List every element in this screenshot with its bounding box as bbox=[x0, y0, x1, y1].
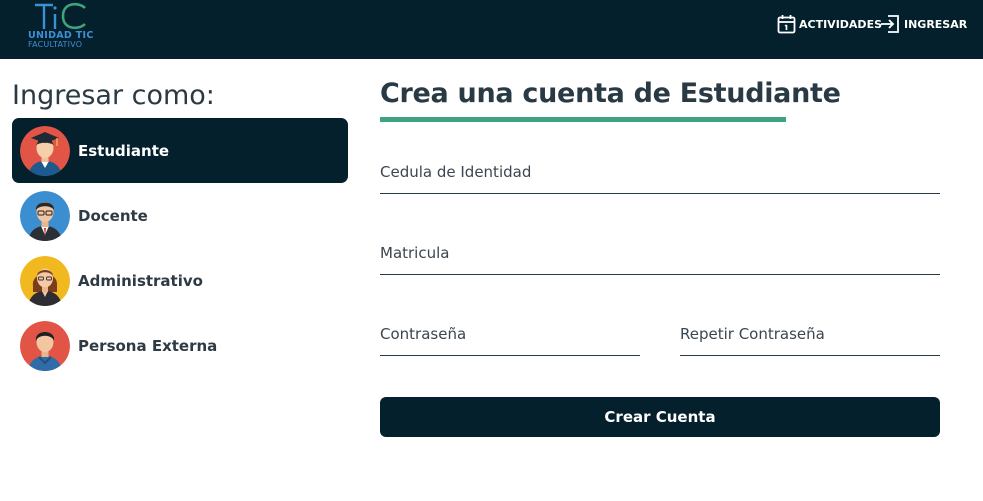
role-selection-title: Ingresar como: bbox=[12, 80, 215, 111]
password-input[interactable] bbox=[380, 312, 640, 355]
tic-logo-mark bbox=[35, 2, 86, 30]
calendar-icon bbox=[777, 15, 796, 34]
role-item-administrativo[interactable]: Administrativo bbox=[12, 248, 348, 313]
form-title: Crea una cuenta de Estudiante bbox=[380, 78, 841, 109]
login-icon bbox=[881, 15, 899, 33]
teacher-avatar bbox=[20, 190, 70, 241]
repeat-password-field-wrapper bbox=[680, 312, 940, 356]
student-avatar bbox=[20, 125, 70, 176]
role-label-persona-externa: Persona Externa bbox=[78, 336, 218, 355]
matricula-input[interactable] bbox=[380, 231, 940, 274]
admin-avatar bbox=[20, 255, 70, 306]
logo[interactable]: UNIDAD TIC FACULTATIVO bbox=[27, 2, 97, 50]
create-account-button[interactable]: Crear Cuenta bbox=[380, 397, 940, 437]
matricula-field-wrapper bbox=[380, 231, 940, 275]
nav-activities-link[interactable]: ACTIVIDADES bbox=[777, 12, 882, 36]
cedula-field-wrapper bbox=[380, 150, 940, 194]
role-label-docente: Docente bbox=[78, 206, 148, 225]
password-field-wrapper bbox=[380, 312, 640, 356]
role-label-estudiante: Estudiante bbox=[78, 141, 170, 160]
nav-login-link[interactable]: INGRESAR bbox=[880, 12, 967, 36]
top-navbar: UNIDAD TIC FACULTATIVO ACTIVIDADES INGRE… bbox=[0, 0, 983, 59]
logo-line-2: FACULTATIVO bbox=[28, 40, 83, 49]
role-item-persona-externa[interactable]: Persona Externa bbox=[12, 313, 348, 378]
cedula-input[interactable] bbox=[380, 150, 940, 193]
external-avatar bbox=[20, 320, 70, 371]
nav-login-label: INGRESAR bbox=[904, 17, 968, 31]
repeat-password-input[interactable] bbox=[680, 312, 940, 355]
form-title-underline bbox=[380, 117, 786, 122]
role-label-administrativo: Administrativo bbox=[78, 271, 203, 290]
role-list: Estudiante Docente Administrativo Person… bbox=[12, 118, 348, 378]
nav-activities-label: ACTIVIDADES bbox=[799, 17, 882, 31]
role-item-estudiante[interactable]: Estudiante bbox=[12, 118, 348, 183]
role-item-docente[interactable]: Docente bbox=[12, 183, 348, 248]
